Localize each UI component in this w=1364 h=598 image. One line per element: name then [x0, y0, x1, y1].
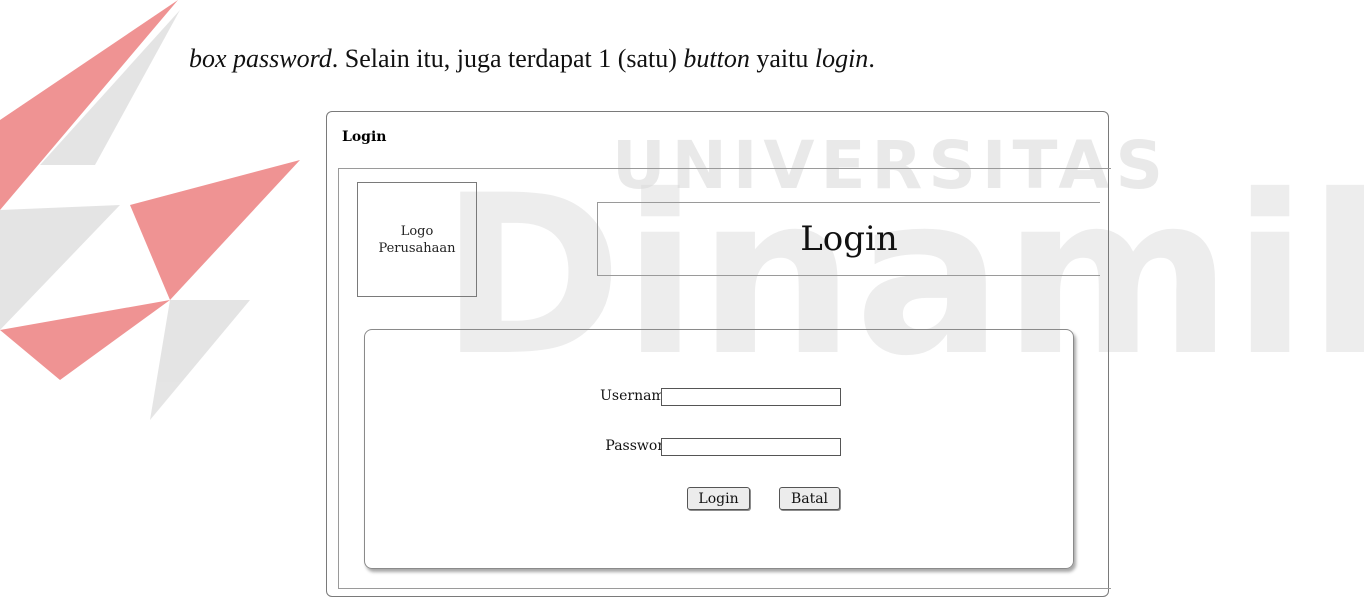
cancel-button[interactable]: Batal	[779, 487, 840, 510]
caption-period: .	[868, 44, 875, 73]
logo-text: Logo Perusahaan	[378, 223, 456, 256]
caption-term-box-password: box password	[189, 44, 332, 73]
password-input[interactable]	[661, 438, 841, 456]
caption-term-button: button	[683, 44, 750, 73]
login-form-panel: Username Password Login Batal	[364, 329, 1074, 569]
caption-term-login: login	[814, 44, 869, 73]
login-button[interactable]: Login	[687, 487, 750, 510]
window-title: Login	[342, 129, 387, 145]
header-title: Login	[800, 219, 898, 259]
caption-text: yaitu	[749, 44, 815, 73]
username-input[interactable]	[661, 388, 841, 406]
username-label: Username	[600, 388, 673, 404]
password-label: Password	[605, 438, 673, 454]
login-window: Login Logo Perusahaan Login Username Pas…	[326, 111, 1111, 597]
document-caption: box password. Selain itu, juga terdapat …	[189, 44, 875, 74]
company-logo-placeholder: Logo Perusahaan	[357, 182, 477, 297]
caption-text: . Selain itu, juga terdapat 1 (satu)	[331, 44, 684, 73]
header-banner: Login	[597, 202, 1100, 276]
